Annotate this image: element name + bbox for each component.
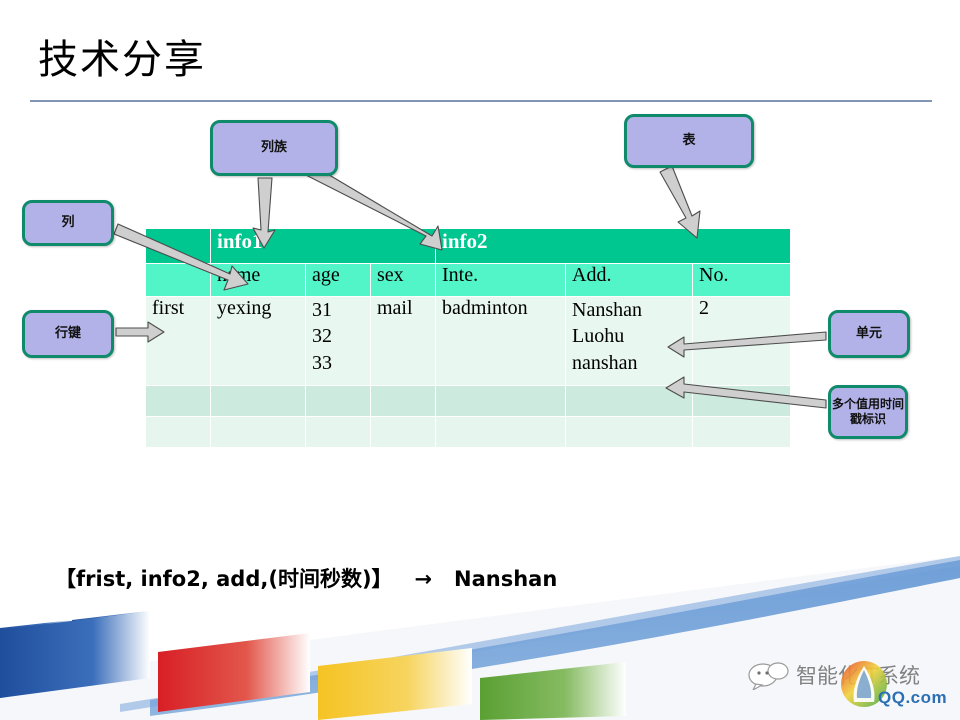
empty-cell [369,385,437,417]
callout-timestamp[interactable]: 多个值用时间戳标识 [828,385,908,439]
hbase-schema-table: info1 info2 name age sex Inte. Add. No. … [145,228,792,448]
callout-row-key[interactable]: 行键 [22,310,114,358]
table-row-columns: name age sex Inte. Add. No. [145,263,792,297]
callout-cell[interactable]: 单元 [828,310,910,358]
cf-info2: info2 [435,228,792,264]
empty-cell [145,385,211,417]
empty-cell [369,416,437,448]
empty-cell [145,416,211,448]
col-age: age [305,263,371,297]
empty-cell [210,385,306,417]
cell-rowkey: first [145,296,211,386]
empty-cell [565,385,694,417]
col-no: No. [692,263,792,297]
table-row-data: first yexing 31 32 33 mail badminton Nansh… [145,296,792,386]
qq-logo-text: QQ.com [878,688,948,707]
col-inte: Inte. [435,263,567,297]
table-row-column-families: info1 info2 [145,228,792,264]
cell-sex: mail [369,296,437,386]
empty-cell [435,385,567,417]
table-row-empty-2 [145,416,792,448]
cell-name: yexing [210,296,306,386]
empty-cell [692,385,792,417]
callout-column-family[interactable]: 列族 [210,120,338,176]
cell-age: 31 32 33 [305,296,371,386]
lookup-formula: 【frist, info2, add,(时间秒数)】 → Nanshan [55,567,558,591]
empty-cell [210,416,306,448]
col-sex: sex [369,263,437,297]
empty-cell [565,416,694,448]
callout-column[interactable]: 列 [22,200,114,246]
chat-bubble-icon [748,662,789,690]
callout-table[interactable]: 表 [624,114,754,168]
empty-cell [435,416,567,448]
slide-title: 技术分享 [38,37,206,83]
cell-add: Nanshan Luohu nanshan [565,296,694,386]
cell-no: 2 [692,296,792,386]
title-divider [30,100,932,102]
table-row-empty-1 [145,385,792,417]
cf-rowkey-blank [145,228,211,264]
cell-inte: badminton [435,296,567,386]
cf-info1: info1 [209,228,437,264]
col-rowkey-blank [145,263,211,297]
slide-canvas: 技术分享 info1 info2 name age sex Inte. Add.… [0,0,960,720]
col-add: Add. [565,263,694,297]
empty-cell [305,416,371,448]
empty-cell [692,416,792,448]
col-name: name [210,263,306,297]
empty-cell [305,385,371,417]
